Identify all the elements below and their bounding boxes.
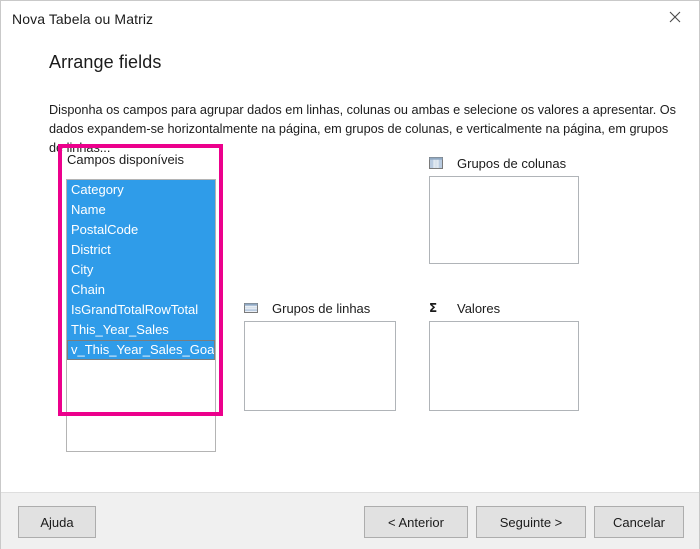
close-icon[interactable] xyxy=(653,1,697,32)
column-groups-label: Grupos de colunas xyxy=(457,155,567,171)
list-item[interactable]: Name xyxy=(67,200,215,220)
cancel-button[interactable]: Cancelar xyxy=(594,506,684,538)
dialog-footer: Ajuda < Anterior Seguinte > Cancelar xyxy=(1,492,699,549)
new-table-or-matrix-dialog: Nova Tabela ou Matriz Arrange fields Dis… xyxy=(0,0,700,549)
wizard-description: Disponha os campos para agrupar dados em… xyxy=(49,103,676,155)
list-item[interactable]: v_This_Year_Sales_Goal xyxy=(67,340,215,360)
page-title: Arrange fields xyxy=(49,52,162,72)
list-item[interactable]: PostalCode xyxy=(67,220,215,240)
list-item[interactable]: Category xyxy=(67,180,215,200)
row-groups-header: Grupos de linhas xyxy=(244,299,370,317)
available-fields-listbox[interactable]: Category Name PostalCode District City C… xyxy=(66,179,216,452)
list-item[interactable]: This_Year_Sales xyxy=(67,320,215,340)
column-groups-icon xyxy=(429,156,443,170)
column-groups-header: Grupos de colunas xyxy=(429,154,566,172)
values-header: Σ Valores xyxy=(429,299,500,317)
previous-button[interactable]: < Anterior xyxy=(364,506,468,538)
list-item[interactable]: Chain xyxy=(67,280,215,300)
available-fields-label: Campos disponíveis xyxy=(67,152,185,167)
values-label: Valores xyxy=(457,300,501,316)
window-title: Nova Tabela ou Matriz xyxy=(12,11,154,27)
help-button[interactable]: Ajuda xyxy=(18,506,96,538)
row-groups-label: Grupos de linhas xyxy=(272,300,371,316)
values-dropbox[interactable] xyxy=(429,321,579,411)
sigma-icon: Σ xyxy=(429,301,438,315)
column-groups-dropbox[interactable] xyxy=(429,176,579,264)
list-item[interactable]: City xyxy=(67,260,215,280)
title-bar: Nova Tabela ou Matriz xyxy=(1,1,699,39)
next-button[interactable]: Seguinte > xyxy=(476,506,586,538)
row-groups-icon xyxy=(244,301,258,315)
row-groups-dropbox[interactable] xyxy=(244,321,396,411)
dialog-body: Arrange fields Disponha os campos para a… xyxy=(1,39,699,492)
list-item[interactable]: IsGrandTotalRowTotal xyxy=(67,300,215,320)
list-item[interactable]: District xyxy=(67,240,215,260)
